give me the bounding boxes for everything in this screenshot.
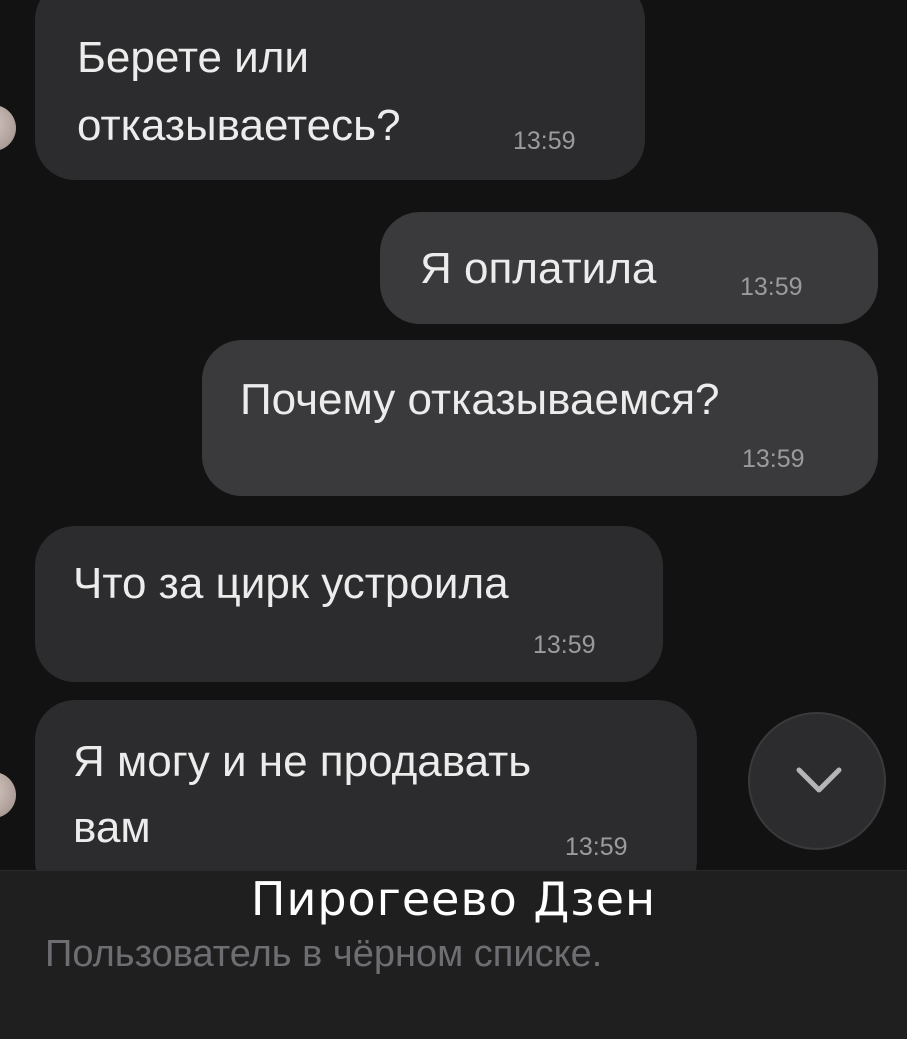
message-time: 13:59 xyxy=(513,127,576,155)
message-text-line: Почему отказываемся? xyxy=(240,375,720,424)
message-time: 13:59 xyxy=(533,631,596,659)
chevron-down-icon xyxy=(796,767,842,793)
incoming-message[interactable]: Берете или отказываетесь? 13:59 xyxy=(35,0,645,180)
message-text-line: Берете или xyxy=(77,33,310,82)
chat-area: Берете или отказываетесь? 13:59 Я оплати… xyxy=(0,0,907,870)
message-text-line: вам xyxy=(73,803,151,852)
incoming-message[interactable]: Я могу и не продавать вам 13:59 xyxy=(35,700,697,870)
message-text-line: Что за цирк устроила xyxy=(73,559,509,608)
message-time: 13:59 xyxy=(742,445,805,473)
chat-footer: Пирогеево Дзен Пользователь в чёрном спи… xyxy=(0,870,907,1039)
outgoing-message[interactable]: Я оплатила 13:59 xyxy=(380,212,878,324)
outgoing-message[interactable]: Почему отказываемся? 13:59 xyxy=(202,340,878,496)
message-text-line: отказываетесь? xyxy=(77,101,401,150)
sender-avatar[interactable] xyxy=(0,105,16,151)
blocked-status-text: Пользователь в чёрном списке. xyxy=(45,933,603,975)
scroll-to-bottom-button[interactable] xyxy=(748,712,886,850)
message-time: 13:59 xyxy=(565,833,628,861)
message-text-line: Я оплатила xyxy=(420,244,657,293)
message-text-line: Я могу и не продавать xyxy=(73,737,532,786)
message-time: 13:59 xyxy=(740,273,803,301)
watermark-text: Пирогеево Дзен xyxy=(250,872,657,926)
sender-avatar[interactable] xyxy=(0,772,16,818)
incoming-message[interactable]: Что за цирк устроила 13:59 xyxy=(35,526,663,682)
